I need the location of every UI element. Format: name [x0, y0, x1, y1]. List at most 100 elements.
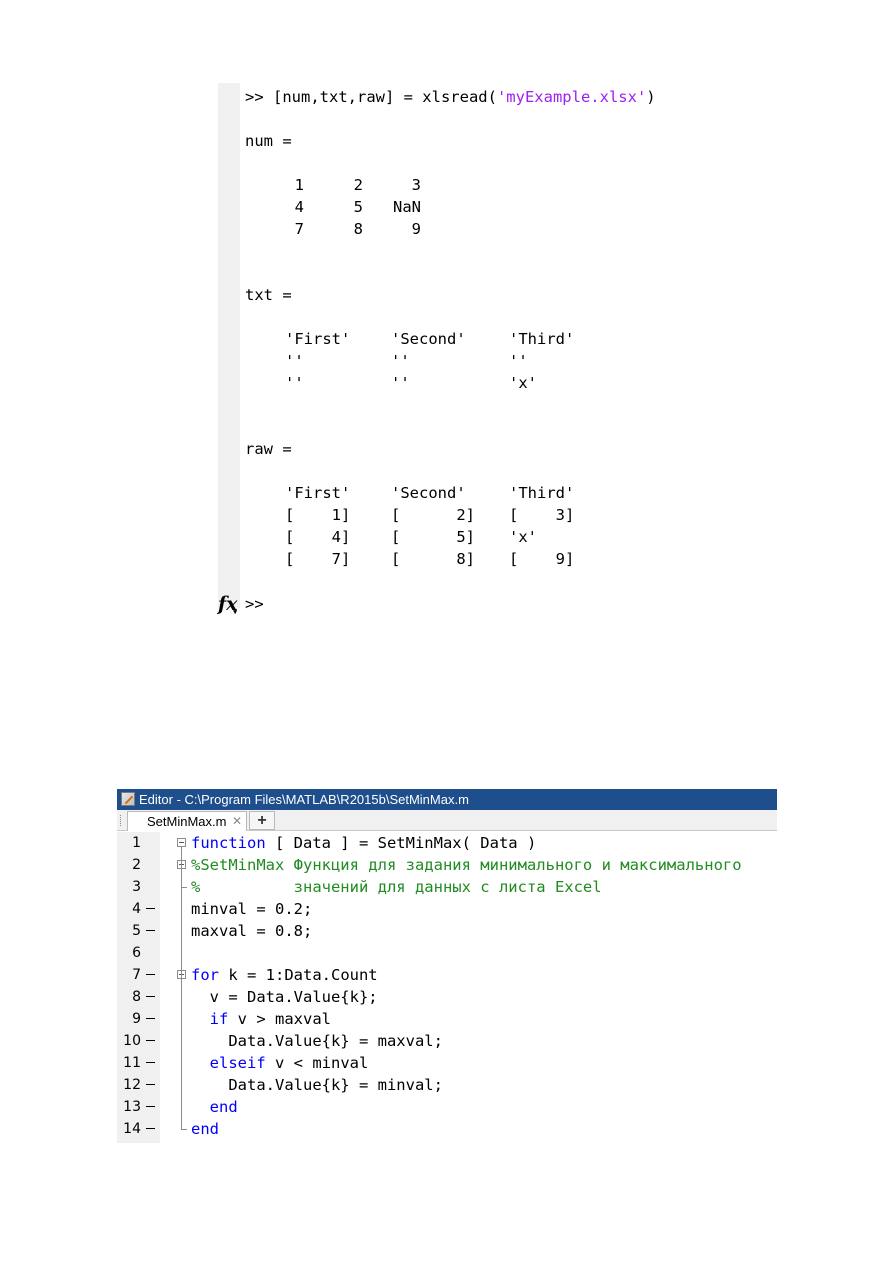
keyword: elseif: [209, 1054, 266, 1072]
function-fold-line: [181, 847, 182, 1129]
breakpoint-marker[interactable]: [146, 1018, 155, 1019]
raw-cell: 'Third': [509, 484, 575, 502]
function-browser-arrow-icon[interactable]: ▼: [233, 608, 237, 616]
num-cell: 1: [294, 176, 304, 194]
breakpoint-marker[interactable]: [146, 1084, 155, 1085]
code-area[interactable]: 1 function [ Data ] = SetMinMax( Data ) 2%…: [117, 832, 777, 1143]
line-number: 14: [123, 1121, 141, 1137]
raw-cell: [ 4]: [285, 528, 351, 546]
num-cell: 9: [411, 220, 421, 238]
raw-cell: 'First': [285, 484, 351, 502]
code-token: v > maxval: [228, 1010, 331, 1028]
code-text: maxval = 0.8;: [191, 920, 312, 942]
close-icon[interactable]: ✕: [232, 812, 242, 831]
num-cell: 5: [353, 198, 363, 216]
editor-title-bar[interactable]: Editor - C:\Program Files\MATLAB\R2015b\…: [117, 789, 777, 810]
code-line[interactable]: 13 end: [117, 1096, 777, 1118]
txt-cell: 'Third': [509, 330, 575, 348]
editor-title: Editor - C:\Program Files\MATLAB\R2015b\…: [139, 792, 469, 807]
line-number: 4: [132, 901, 141, 917]
line-number: 3: [132, 879, 141, 895]
keyword: for: [191, 966, 219, 984]
code-line[interactable]: 14 end: [117, 1118, 777, 1140]
function-browser-icon[interactable]: fx: [218, 591, 242, 617]
code-line[interactable]: 6: [117, 942, 777, 964]
txt-cell: '': [391, 374, 410, 392]
code-line[interactable]: 3 % значений для данных с листа Excel: [117, 876, 777, 898]
raw-cell: 'x': [509, 528, 537, 546]
command-string-arg: 'myExample.xlsx': [496, 88, 647, 106]
line-number: 11: [123, 1055, 141, 1071]
breakpoint-marker[interactable]: [146, 930, 155, 931]
txt-cell: '': [509, 352, 528, 370]
code-text: minval = 0.2;: [191, 898, 312, 920]
code-token: maxval = 0.8;: [191, 922, 313, 940]
num-cell: 3: [411, 176, 421, 194]
line-number: 9: [132, 1011, 141, 1027]
raw-cell: [ 1]: [285, 506, 351, 524]
line-number: 7: [132, 967, 141, 983]
comment: %SetMinMax Функция для задания минимальн…: [191, 856, 742, 874]
line-number: 1: [132, 835, 141, 851]
code-line[interactable]: 7 for k = 1:Data.Count: [117, 964, 777, 986]
fold-toggle-icon[interactable]: [177, 838, 186, 847]
txt-cell: 'First': [285, 330, 351, 348]
code-line[interactable]: 10 Data.Value{k} = maxval;: [117, 1030, 777, 1052]
breakpoint-marker[interactable]: [146, 1040, 155, 1041]
raw-cell: [ 2]: [391, 506, 475, 524]
code-line[interactable]: 2 %SetMinMax Функция для задания минималь…: [117, 854, 777, 876]
code-text: function [ Data ] = SetMinMax( Data ): [191, 832, 536, 854]
line-number: 2: [132, 857, 141, 873]
code-text: end: [191, 1096, 238, 1118]
tab-setminmax[interactable]: SetMinMax.m ✕: [127, 811, 247, 831]
txt-label: txt =: [245, 286, 292, 304]
raw-cell: [ 7]: [285, 550, 351, 568]
code-line[interactable]: 9 if v > maxval: [117, 1008, 777, 1030]
command-window: >> [num,txt,raw] = xlsread('myExample.xl…: [218, 83, 688, 621]
command-prompt[interactable]: >>: [245, 593, 264, 615]
raw-cell: [ 8]: [391, 550, 475, 568]
txt-cell: 'x': [509, 374, 537, 392]
num-label: num =: [245, 132, 292, 150]
num-cell: 8: [353, 220, 363, 238]
line-number: 10: [123, 1033, 141, 1049]
keyword: end: [209, 1098, 238, 1116]
raw-cell: [ 5]: [391, 528, 475, 546]
tab-grip-handle[interactable]: [120, 815, 123, 826]
code-text: Data.Value{k} = minval;: [191, 1074, 443, 1096]
comment: % значений для данных с листа Excel: [191, 878, 602, 896]
txt-cell: '': [391, 352, 410, 370]
keyword: function: [191, 834, 266, 852]
command-window-gutter: [218, 83, 240, 608]
line-number: 5: [132, 923, 141, 939]
code-line[interactable]: 1 function [ Data ] = SetMinMax( Data ): [117, 832, 777, 854]
code-token: k = 1:Data.Count: [219, 966, 378, 984]
command-text: >> [num,txt,raw] = xlsread(: [245, 88, 497, 106]
code-text: end: [191, 1118, 219, 1140]
code-line[interactable]: 8 v = Data.Value{k};: [117, 986, 777, 1008]
breakpoint-marker[interactable]: [146, 1128, 155, 1129]
line-number: 13: [123, 1099, 141, 1115]
command-close-paren: ): [646, 88, 656, 106]
code-text: v = Data.Value{k};: [191, 986, 378, 1008]
num-cell: 4: [294, 198, 304, 216]
breakpoint-marker[interactable]: [146, 1106, 155, 1107]
code-text: %SetMinMax Функция для задания минимальн…: [191, 854, 742, 876]
code-line[interactable]: 11 elseif v < minval: [117, 1052, 777, 1074]
breakpoint-marker[interactable]: [146, 974, 155, 975]
keyword: end: [191, 1120, 219, 1138]
add-tab-button[interactable]: +: [249, 811, 275, 830]
code-line[interactable]: 12 Data.Value{k} = minval;: [117, 1074, 777, 1096]
code-line[interactable]: 5 maxval = 0.8;: [117, 920, 777, 942]
code-token: [ Data ] = SetMinMax( Data ): [265, 834, 537, 852]
raw-cell: [ 9]: [509, 550, 575, 568]
code-text: Data.Value{k} = maxval;: [191, 1030, 443, 1052]
code-line[interactable]: 4 minval = 0.2;: [117, 898, 777, 920]
raw-cell: [ 3]: [509, 506, 575, 524]
breakpoint-marker[interactable]: [146, 996, 155, 997]
breakpoint-marker[interactable]: [146, 1062, 155, 1063]
breakpoint-marker[interactable]: [146, 908, 155, 909]
editor-icon: [121, 792, 135, 806]
code-text: elseif v < minval: [191, 1052, 369, 1074]
